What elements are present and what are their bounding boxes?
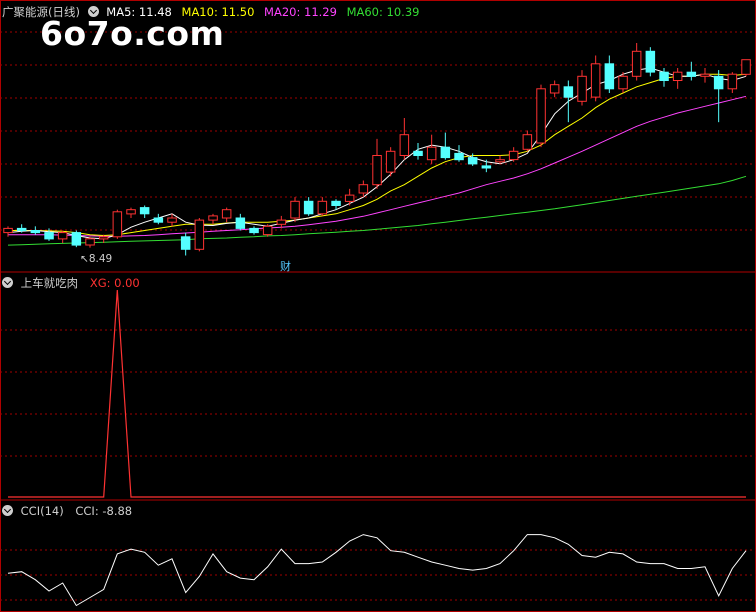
candle-up bbox=[508, 150, 519, 161]
candle-down bbox=[563, 86, 574, 98]
cci-panel-header: CCI(14) CCI: -8.88 bbox=[2, 504, 132, 518]
cci-title: CCI(14) bbox=[20, 504, 64, 518]
cci-line bbox=[7, 534, 747, 607]
candle-up bbox=[126, 209, 136, 215]
candle-down bbox=[16, 227, 27, 231]
candle-down bbox=[604, 63, 615, 90]
candle-down bbox=[180, 236, 191, 250]
candle-up bbox=[577, 75, 587, 102]
ma60-label: MA60: 10.39 bbox=[346, 5, 420, 19]
candle-up bbox=[549, 84, 560, 94]
candle-up bbox=[741, 59, 751, 75]
candle-up bbox=[208, 215, 218, 221]
candle-up bbox=[631, 50, 642, 77]
xg-line bbox=[8, 289, 746, 498]
ma10-label: MA10: 11.50 bbox=[181, 5, 255, 19]
candle-up bbox=[536, 88, 546, 144]
stock-title: 广聚能源(日线) bbox=[2, 5, 80, 19]
candle-up bbox=[3, 227, 13, 234]
candle-down bbox=[71, 232, 82, 246]
candle-up bbox=[57, 232, 68, 240]
candle-down bbox=[153, 217, 164, 223]
candle-down bbox=[30, 230, 41, 234]
candle-up bbox=[276, 219, 287, 225]
candle-down bbox=[249, 227, 259, 234]
candle-down bbox=[454, 152, 464, 161]
candle-up bbox=[385, 150, 396, 173]
chart-frame bbox=[0, 0, 756, 612]
candle-up bbox=[672, 71, 683, 81]
low-marker-arrow-icon: ↖ bbox=[80, 253, 89, 265]
stock-chart-window: 6o7o.com 广聚能源(日线) MA5: 11.48 MA10: 11.50… bbox=[0, 0, 756, 612]
candle-down bbox=[467, 157, 478, 165]
candle-down bbox=[440, 146, 451, 159]
candle-down bbox=[303, 200, 314, 215]
candle-up bbox=[112, 211, 123, 238]
candle-up bbox=[358, 184, 369, 194]
candle-up bbox=[590, 63, 601, 98]
candle-down bbox=[481, 165, 492, 169]
candle-up bbox=[700, 73, 710, 77]
chart-canvas bbox=[0, 0, 756, 612]
main-panel-header: 广聚能源(日线) MA5: 11.48 MA10: 11.50 MA20: 11… bbox=[2, 5, 419, 19]
candle-down bbox=[686, 71, 697, 77]
low-price-marker: ↖8.49 bbox=[80, 252, 112, 266]
indicator-title: 上车就吃肉 bbox=[20, 276, 79, 290]
cci-panel-dropdown-icon[interactable] bbox=[2, 505, 13, 516]
finance-badge[interactable]: 财 bbox=[280, 260, 291, 274]
candle-up bbox=[495, 159, 505, 163]
main-panel-dropdown-icon[interactable] bbox=[87, 6, 99, 17]
candle-up bbox=[618, 75, 628, 90]
candle-up bbox=[167, 217, 177, 223]
candle-down bbox=[139, 207, 150, 215]
candle-up bbox=[262, 225, 273, 236]
low-marker-value: 8.49 bbox=[88, 253, 113, 265]
candle-down bbox=[235, 217, 246, 229]
candle-up bbox=[290, 200, 300, 219]
candle-down bbox=[645, 50, 656, 73]
candle-down bbox=[44, 232, 54, 240]
ma5-label: MA5: 11.48 bbox=[106, 5, 172, 19]
candle-up bbox=[344, 194, 355, 202]
candle-up bbox=[221, 209, 232, 219]
candle-down bbox=[713, 75, 724, 90]
candle-up bbox=[194, 219, 205, 250]
candle-up bbox=[426, 146, 437, 161]
candle-up bbox=[317, 200, 328, 215]
candle-up bbox=[399, 134, 410, 156]
ma20-label: MA20: 11.29 bbox=[264, 5, 337, 19]
indicator-panel-header: 上车就吃肉 XG: 0.00 bbox=[2, 276, 140, 290]
candle-up bbox=[727, 73, 738, 90]
xg-value-label: XG: 0.00 bbox=[89, 276, 140, 290]
candle-down bbox=[659, 71, 669, 81]
candle-down bbox=[331, 200, 341, 207]
candle-up bbox=[98, 236, 109, 240]
candle-down bbox=[413, 150, 423, 157]
candle-up bbox=[85, 238, 95, 246]
watermark: 6o7o.com bbox=[40, 14, 225, 53]
indicator-panel-dropdown-icon[interactable] bbox=[2, 277, 13, 288]
cci-value-label: CCI: -8.88 bbox=[75, 504, 133, 518]
candle-up bbox=[522, 134, 533, 150]
candle-up bbox=[372, 155, 382, 186]
